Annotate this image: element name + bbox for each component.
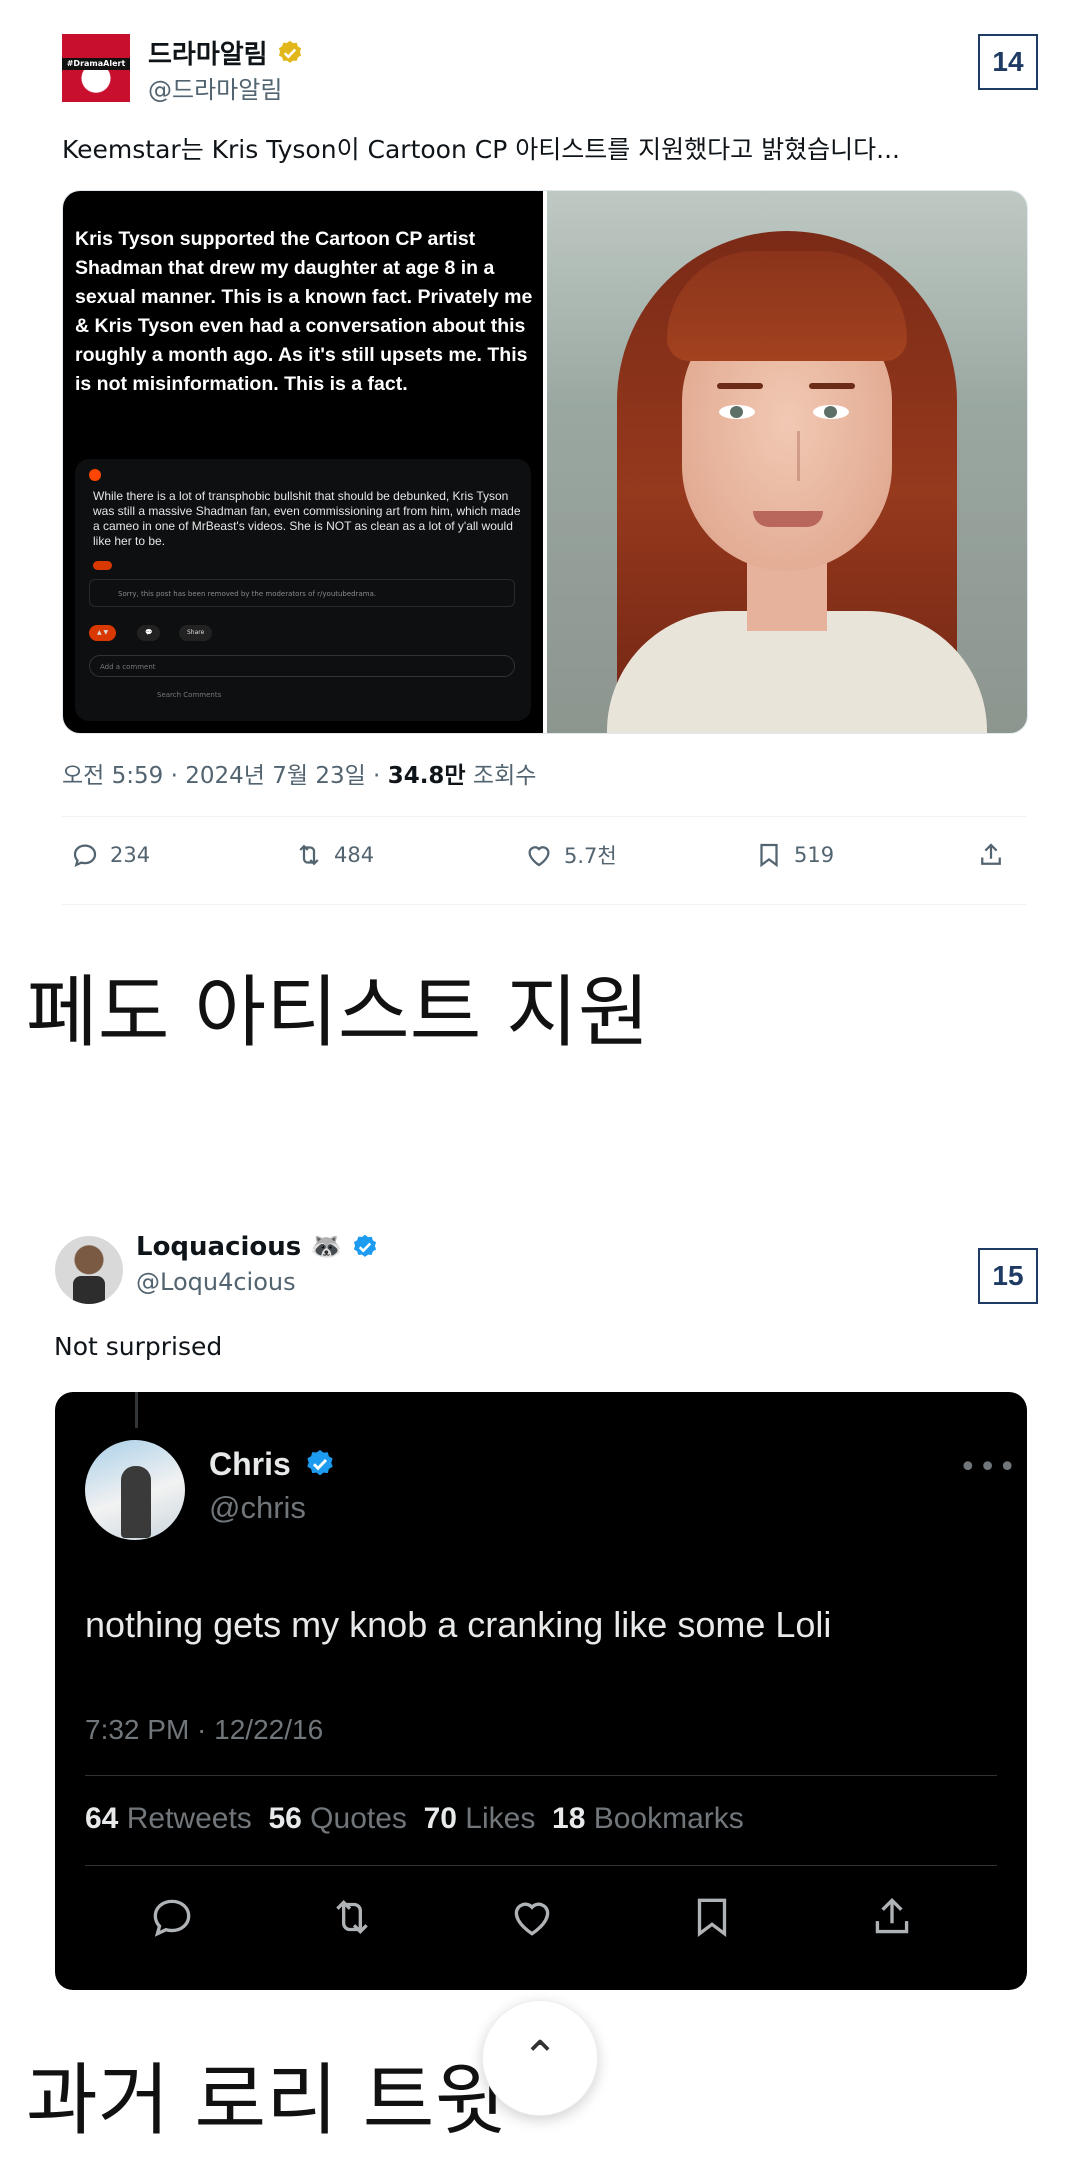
chevron-up-icon: ⌃ xyxy=(521,2032,559,2083)
scroll-to-top-button[interactable]: ⌃ xyxy=(482,2000,598,2116)
display-name[interactable]: Loquacious 🦝 xyxy=(136,1232,343,1262)
flair-chip xyxy=(93,561,113,570)
quoted-name: Chris xyxy=(209,1446,336,1483)
verified-icon xyxy=(307,1450,333,1476)
share-icon xyxy=(981,843,1001,865)
tweet-header: Loquacious 🦝 xyxy=(136,1232,379,1262)
more-icon: ••• xyxy=(959,1450,1019,1485)
reply-icon xyxy=(147,1892,197,1942)
quoted-handle: @chris xyxy=(209,1490,306,1525)
reply-count: 234 xyxy=(110,843,151,867)
screenshot-image: Kris Tyson supported the Cartoon CP arti… xyxy=(63,191,543,733)
divider xyxy=(62,904,1026,905)
quoted-text: nothing gets my knob a cranking like som… xyxy=(85,1604,832,1645)
verified-gold-icon xyxy=(278,40,301,63)
reddit-avatar xyxy=(89,469,101,481)
heart-icon xyxy=(507,1892,557,1942)
view-count: 34.8만 xyxy=(387,763,466,789)
removed-notice: Sorry, this post has been removed by the… xyxy=(89,579,515,607)
caption-heading: 페도 아티스트 지원 xyxy=(26,968,650,1058)
bookmark-icon xyxy=(760,843,778,868)
index-badge: 15 xyxy=(978,1248,1038,1304)
divider xyxy=(62,816,1026,817)
reddit-post-text: While there is a lot of transphobic bull… xyxy=(93,489,521,548)
avatar[interactable]: #DramaAlert xyxy=(62,34,130,102)
reply-button[interactable]: 234 xyxy=(70,840,150,870)
share-icon xyxy=(867,1892,917,1942)
reddit-comment-input: Add a comment xyxy=(89,655,515,677)
divider xyxy=(85,1775,997,1776)
portrait-image xyxy=(547,191,1027,733)
tweet-meta: 오전 5:59 · 2024년 7월 23일 · 34.8만 조회수 xyxy=(62,756,536,790)
like-button[interactable]: 5.7천 xyxy=(524,840,617,870)
retweet-count: 484 xyxy=(334,843,375,867)
share-pill: Share xyxy=(179,625,213,641)
tweet-media[interactable]: Kris Tyson supported the Cartoon CP arti… xyxy=(62,190,1028,734)
quoted-stats: 64 Retweets 56 Quotes 70 Likes 18 Bookma… xyxy=(85,1802,744,1835)
quoted-tweet-screenshot[interactable]: Chris @chris ••• nothing gets my knob a … xyxy=(55,1392,1027,1990)
display-name[interactable]: 드라마알림 xyxy=(148,34,268,71)
verified-icon xyxy=(353,1234,376,1257)
media-quote-text: Kris Tyson supported the Cartoon CP arti… xyxy=(75,228,533,395)
heart-icon xyxy=(528,846,550,867)
tweet-text: Keemstar는 Kris Tyson이 Cartoon CP 아티스트를 지… xyxy=(62,135,900,164)
bookmark-button[interactable]: 519 xyxy=(754,840,834,870)
tweet-actions: 234 484 5.7천 519 xyxy=(62,840,1026,880)
bookmark-count: 519 xyxy=(794,843,835,867)
retweet-icon xyxy=(299,844,319,866)
share-button[interactable] xyxy=(976,840,1006,870)
tweet-timestamp[interactable]: 오전 5:59 · 2024년 7월 23일 · xyxy=(62,763,388,789)
tweet-header: 드라마알림 xyxy=(148,34,304,71)
divider xyxy=(85,1865,997,1866)
caption-heading: 과거 로리 트윗 xyxy=(26,2056,507,2146)
view-label: 조회수 xyxy=(465,763,537,789)
reddit-screenshot: While there is a lot of transphobic bull… xyxy=(75,459,531,721)
like-count: 5.7천 xyxy=(564,844,617,868)
reddit-search: Search Comments xyxy=(157,691,222,699)
retweet-button[interactable]: 484 xyxy=(294,840,374,870)
vote-pill: ▲ ▼ xyxy=(89,625,117,641)
index-badge: 14 xyxy=(978,34,1038,90)
bookmark-icon xyxy=(687,1892,737,1942)
reply-icon xyxy=(73,844,97,868)
comment-pill: 💬 xyxy=(137,625,161,641)
handle[interactable]: @드라마알림 xyxy=(148,70,282,105)
tweet-text: Not surprised xyxy=(54,1332,223,1361)
avatar[interactable] xyxy=(55,1236,123,1304)
quoted-timestamp: 7:32 PM · 12/22/16 xyxy=(85,1714,324,1745)
handle[interactable]: @Loqu4cious xyxy=(136,1268,296,1296)
retweet-icon xyxy=(327,1892,377,1942)
thread-line xyxy=(135,1392,138,1428)
quoted-avatar xyxy=(85,1440,185,1540)
